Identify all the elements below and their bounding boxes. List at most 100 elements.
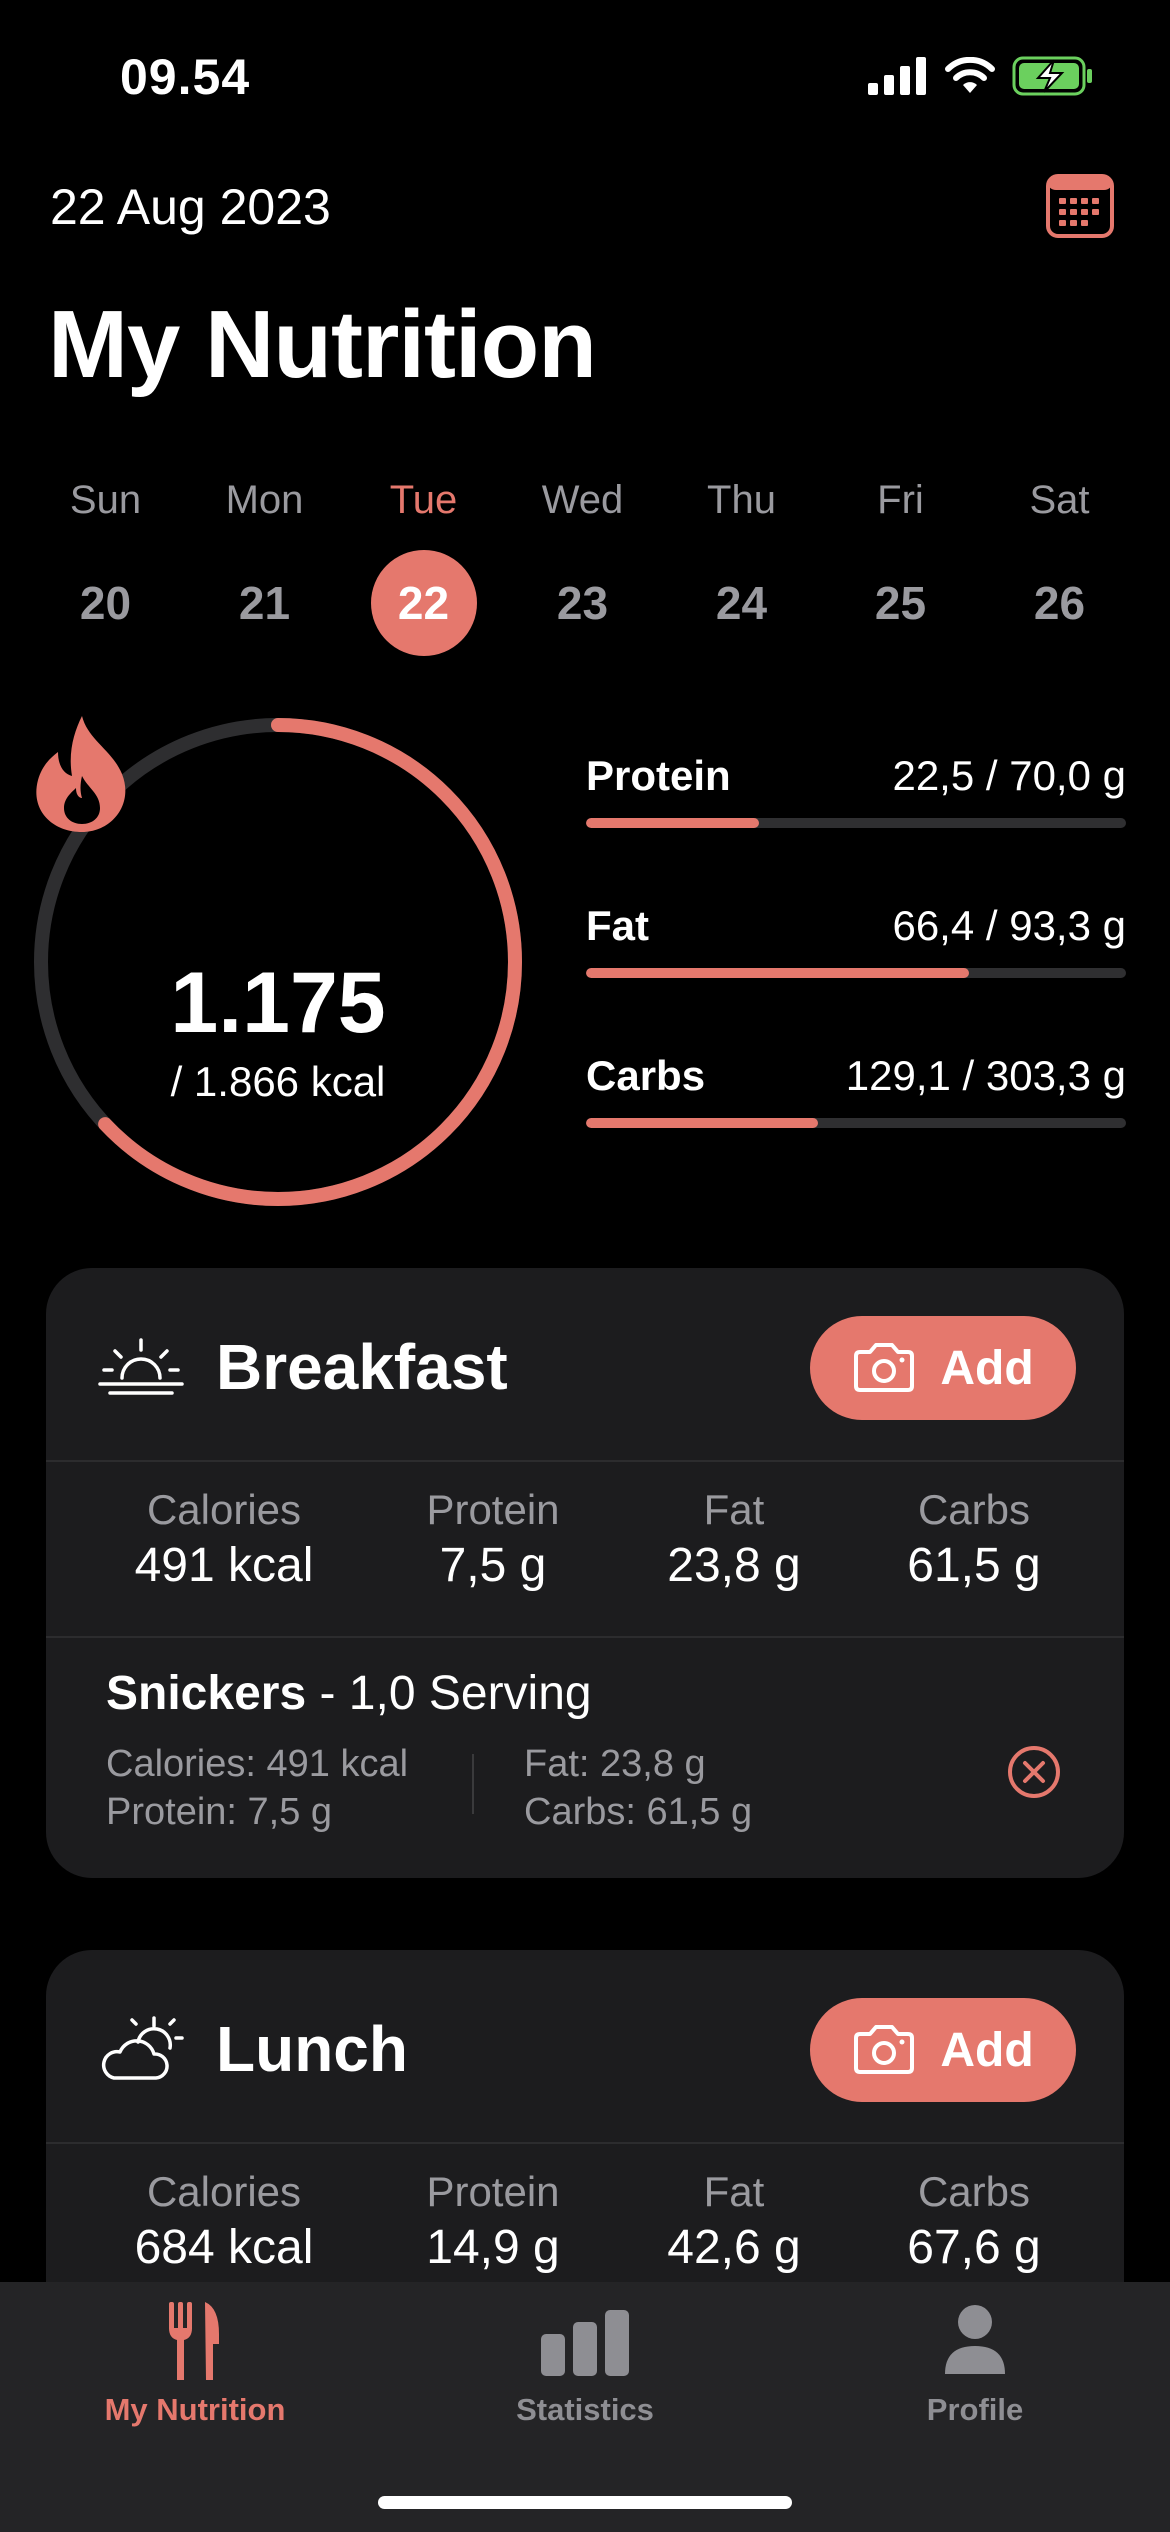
tab-bar: My Nutrition Statistics Profile xyxy=(0,2282,1170,2532)
day-number: 22 xyxy=(370,550,477,656)
home-indicator xyxy=(378,2496,792,2509)
tab-profile[interactable]: Profile xyxy=(780,2282,1170,2482)
status-bar: 09.54 xyxy=(0,0,1170,150)
tab-statistics[interactable]: Statistics xyxy=(390,2282,780,2482)
food-serving: - 1,0 Serving xyxy=(306,1667,592,1720)
meal-card-header: Breakfast Add xyxy=(46,1268,1124,1462)
macro-fat: Fat 66,4 / 93,3 g xyxy=(586,902,1126,1052)
calories-goal: / 1.866 kcal xyxy=(170,1058,386,1105)
day-number: 24 xyxy=(715,577,768,629)
total-value: 491 kcal xyxy=(134,1539,314,1592)
fork-knife-icon xyxy=(169,2302,219,2380)
macro-carbs: Carbs 129,1 / 303,3 g xyxy=(586,1052,1126,1202)
meal-title: Lunch xyxy=(216,2013,408,2085)
day-sun[interactable]: Sun 20 xyxy=(26,470,185,656)
macro-protein: Protein 22,5 / 70,0 g xyxy=(586,752,1126,902)
macro-progress-track xyxy=(586,818,1126,828)
day-number: 25 xyxy=(874,577,927,629)
total-label: Calories xyxy=(146,2168,302,2215)
add-lunch-button[interactable]: Add xyxy=(810,1998,1076,2102)
bar-chart-icon xyxy=(541,2310,629,2376)
day-fri[interactable]: Fri 25 xyxy=(821,470,980,656)
day-sat[interactable]: Sat 26 xyxy=(980,470,1139,656)
day-thu[interactable]: Thu 24 xyxy=(662,470,821,656)
calories-consumed: 1.175 xyxy=(170,955,386,1051)
battery-charging-icon xyxy=(1012,56,1092,96)
day-name: Tue xyxy=(389,478,458,522)
macro-progress-fill xyxy=(586,968,970,978)
camera-icon xyxy=(854,2025,915,2074)
food-fat: Fat: 23,8 g xyxy=(524,1743,706,1785)
total-label: Carbs xyxy=(917,1486,1031,1533)
person-icon xyxy=(945,2305,1005,2374)
cellular-signal-icon xyxy=(868,57,926,95)
day-name: Wed xyxy=(541,478,624,522)
day-number: 23 xyxy=(556,577,609,629)
macro-progress-track xyxy=(586,1118,1126,1128)
day-name: Fri xyxy=(877,478,924,522)
total-protein: Protein 7,5 g xyxy=(402,1462,584,1636)
food-protein: Protein: 7,5 g xyxy=(106,1791,333,1833)
day-name: Thu xyxy=(707,478,776,522)
day-tue[interactable]: Tue 22 xyxy=(344,470,503,656)
add-button-label: Add xyxy=(940,2023,1034,2077)
week-selector: Sun 20 Mon 21 Tue 22 Wed 23 Thu 24 Fri 2… xyxy=(26,470,1144,656)
food-nutrients-right: Fat: 23,8 g Carbs: 61,5 g xyxy=(524,1740,752,1836)
macro-progress-fill xyxy=(586,818,759,828)
meal-card-header: Lunch Add xyxy=(46,1950,1124,2144)
sunrise-icon xyxy=(98,1338,184,1395)
camera-icon xyxy=(854,1343,915,1392)
page-title: My Nutrition xyxy=(48,291,597,398)
food-title: Snickers - 1,0 Serving xyxy=(106,1666,592,1721)
macro-name: Fat xyxy=(586,902,649,949)
total-calories: Calories 491 kcal xyxy=(46,1462,402,1636)
meal-title: Breakfast xyxy=(216,1331,508,1403)
total-value: 61,5 g xyxy=(907,1539,1041,1592)
total-label: Protein xyxy=(426,1486,560,1533)
total-value: 23,8 g xyxy=(667,1539,801,1592)
day-wed[interactable]: Wed 23 xyxy=(503,470,662,656)
total-fat: Fat 23,8 g xyxy=(584,1462,884,1636)
food-calories: Calories: 491 kcal xyxy=(106,1743,409,1785)
meal-totals: Calories 491 kcal Protein 7,5 g Fat 23,8… xyxy=(46,1462,1124,1638)
food-name: Snickers xyxy=(106,1667,307,1720)
partly-cloudy-icon xyxy=(101,2016,184,2080)
divider xyxy=(472,1754,474,1814)
total-label: Protein xyxy=(426,2168,560,2215)
status-icons xyxy=(868,54,1094,98)
total-carbs: Carbs 61,5 g xyxy=(884,1462,1064,1636)
current-date: 22 Aug 2023 xyxy=(50,179,331,235)
macro-value: 66,4 / 93,3 g xyxy=(892,902,1126,949)
day-name: Sun xyxy=(69,478,142,522)
macro-name: Protein xyxy=(586,752,731,799)
food-item[interactable]: Snickers - 1,0 Serving Calories: 491 kca… xyxy=(46,1638,1124,1868)
macro-value: 129,1 / 303,3 g xyxy=(845,1052,1126,1099)
total-value: 14,9 g xyxy=(426,2221,560,2274)
remove-food-icon[interactable] xyxy=(1006,1744,1062,1800)
food-nutrients-left: Calories: 491 kcal Protein: 7,5 g xyxy=(106,1740,408,1836)
total-label: Fat xyxy=(703,1486,765,1533)
total-label: Fat xyxy=(703,2168,765,2215)
macro-progress-fill xyxy=(586,1118,819,1128)
day-number: 21 xyxy=(238,577,291,629)
tab-label: Profile xyxy=(926,2392,1024,2427)
food-carbs: Carbs: 61,5 g xyxy=(524,1791,753,1833)
macro-name: Carbs xyxy=(586,1052,706,1099)
day-name: Sat xyxy=(1029,478,1090,522)
wifi-icon xyxy=(945,57,995,93)
add-breakfast-button[interactable]: Add xyxy=(810,1316,1076,1420)
total-value: 684 kcal xyxy=(134,2221,314,2274)
macro-value: 22,5 / 70,0 g xyxy=(892,752,1126,799)
add-button-label: Add xyxy=(940,1341,1034,1395)
total-label: Calories xyxy=(146,1486,302,1533)
total-value: 42,6 g xyxy=(667,2221,801,2274)
total-value: 7,5 g xyxy=(439,1539,547,1592)
day-mon[interactable]: Mon 21 xyxy=(185,470,344,656)
status-time: 09.54 xyxy=(120,49,251,105)
day-name: Mon xyxy=(225,478,304,522)
meal-card-breakfast: Breakfast Add Calories 491 kcal Protein … xyxy=(46,1268,1124,1878)
calendar-icon[interactable] xyxy=(1046,174,1114,238)
macro-progress-track xyxy=(586,968,1126,978)
tab-my-nutrition[interactable]: My Nutrition xyxy=(0,2282,390,2482)
macro-summary: Protein 22,5 / 70,0 g Fat 66,4 / 93,3 g … xyxy=(586,752,1126,1202)
